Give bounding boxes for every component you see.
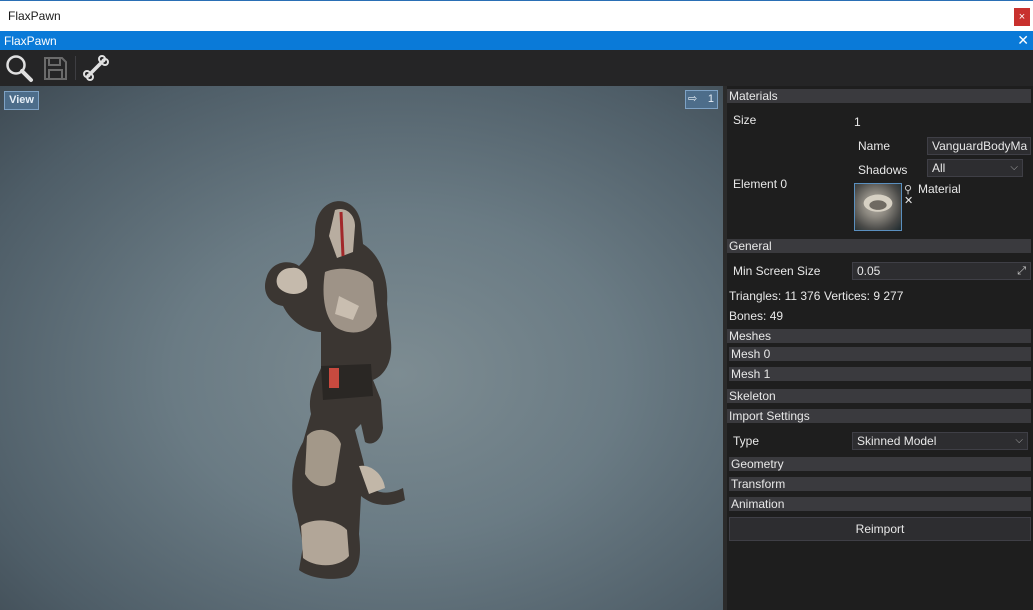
material-remove-icon[interactable]: ✕ [904, 194, 913, 207]
element-0-label: Element 0 [733, 177, 788, 191]
material-thumbnail[interactable] [854, 183, 902, 231]
tab-label: FlaxPawn [4, 34, 57, 48]
min-screen-size-field[interactable]: 0.05 ⤢ [852, 262, 1031, 280]
type-value: Skinned Model [857, 434, 937, 448]
general-header[interactable]: General [727, 239, 1031, 253]
size-value[interactable]: 1 [854, 115, 861, 129]
chevron-down-icon: ⌵ [1015, 435, 1023, 446]
save-icon[interactable] [40, 53, 70, 83]
view-menu-button[interactable]: View [4, 91, 39, 110]
skeleton-header[interactable]: Skeleton [727, 389, 1031, 403]
materials-header[interactable]: Materials [727, 89, 1031, 103]
reimport-button[interactable]: Reimport [729, 517, 1031, 541]
name-label: Name [858, 139, 891, 153]
mesh-0-header[interactable]: Mesh 0 [729, 347, 1031, 361]
vertices-count: Vertices: 9 277 [824, 289, 904, 303]
properties-panel: Materials Size 1 Element 0 Name Vanguard… [727, 86, 1033, 610]
toolbar-separator [75, 56, 76, 80]
window-close-button[interactable]: × [1014, 8, 1030, 26]
chevron-down-icon: ⌵ [1010, 162, 1018, 173]
min-screen-size-label: Min Screen Size [733, 264, 821, 278]
size-label: Size [733, 113, 757, 127]
material-label: Material [918, 182, 961, 196]
shadows-label: Shadows [858, 163, 908, 177]
name-field[interactable]: VanguardBodyMa [927, 137, 1031, 155]
type-label: Type [733, 434, 760, 448]
mesh-1-header[interactable]: Mesh 1 [729, 367, 1031, 381]
camera-speed-button[interactable]: ⇨ 1 [685, 90, 718, 109]
camera-speed-value: 1 [707, 93, 714, 105]
editor-tab[interactable]: FlaxPawn ✕ [0, 31, 1033, 50]
search-icon[interactable] [4, 53, 34, 83]
bones-count: Bones: 49 [729, 309, 784, 323]
animation-header[interactable]: Animation [729, 497, 1031, 511]
toolbar [0, 50, 1033, 86]
triangles-count: Triangles: 11 376 [729, 289, 821, 303]
window-titlebar: FlaxPawn × [0, 0, 1033, 31]
model-viewport[interactable]: View ⇨ 1 [0, 86, 723, 610]
min-screen-size-value: 0.05 [857, 264, 881, 278]
shadows-value: All [932, 161, 946, 175]
geometry-header[interactable]: Geometry [729, 457, 1031, 471]
type-dropdown[interactable]: Skinned Model ⌵ [852, 432, 1028, 450]
expand-icon[interactable]: ⤢ [1017, 263, 1026, 279]
bone-icon[interactable] [81, 53, 111, 83]
transform-header[interactable]: Transform [729, 477, 1031, 491]
meshes-header[interactable]: Meshes [727, 329, 1031, 343]
character-model [264, 201, 405, 579]
shadows-dropdown[interactable]: All ⌵ [927, 159, 1023, 177]
tab-close-icon[interactable]: ✕ [1017, 31, 1029, 50]
import-settings-header[interactable]: Import Settings [727, 409, 1031, 423]
window-title: FlaxPawn [8, 9, 61, 23]
camera-arrow-icon: ⇨ [688, 93, 698, 105]
